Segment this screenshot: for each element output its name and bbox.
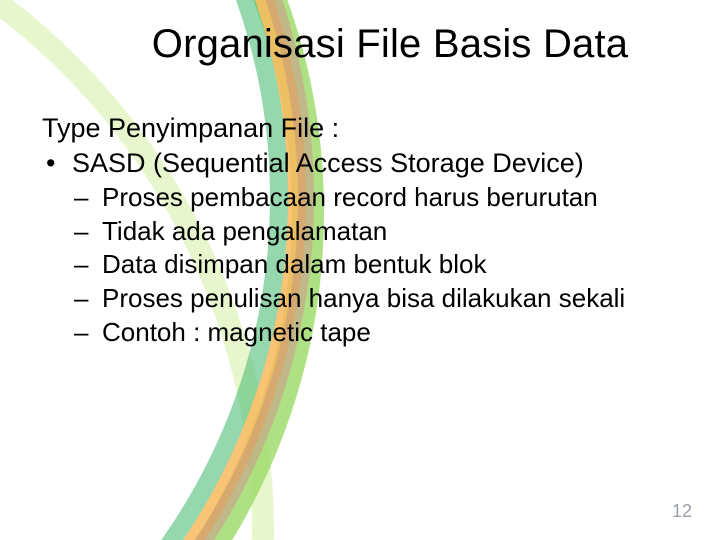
sub-bullet-text: Proses penulisan hanya bisa dilakukan se…: [102, 283, 625, 313]
page-number: 12: [672, 501, 692, 522]
list-item: Proses pembacaan record harus berurutan: [72, 182, 700, 214]
bullet-list: SASD (Sequential Access Storage Device) …: [42, 147, 700, 349]
slide-title: Organisasi File Basis Data: [92, 22, 629, 67]
list-item: Data disimpan dalam bentuk blok: [72, 249, 700, 281]
intro-line: Type Penyimpanan File :: [42, 112, 700, 145]
sub-bullet-text: Data disimpan dalam bentuk blok: [102, 249, 486, 279]
list-item: Contoh : magnetic tape: [72, 317, 700, 349]
bullet-text: SASD (Sequential Access Storage Device): [72, 148, 584, 178]
slide-body: Type Penyimpanan File : SASD (Sequential…: [42, 112, 700, 348]
sub-bullet-text: Tidak ada pengalamatan: [102, 216, 387, 246]
sub-bullet-text: Proses pembacaan record harus berurutan: [102, 182, 598, 212]
sub-bullet-text: Contoh : magnetic tape: [102, 317, 371, 347]
list-item: Proses penulisan hanya bisa dilakukan se…: [72, 283, 700, 315]
sub-bullet-list: Proses pembacaan record harus berurutan …: [72, 182, 700, 349]
slide-title-wrap: Organisasi File Basis Data: [0, 22, 720, 67]
list-item: Tidak ada pengalamatan: [72, 216, 700, 248]
list-item: SASD (Sequential Access Storage Device) …: [42, 147, 700, 349]
